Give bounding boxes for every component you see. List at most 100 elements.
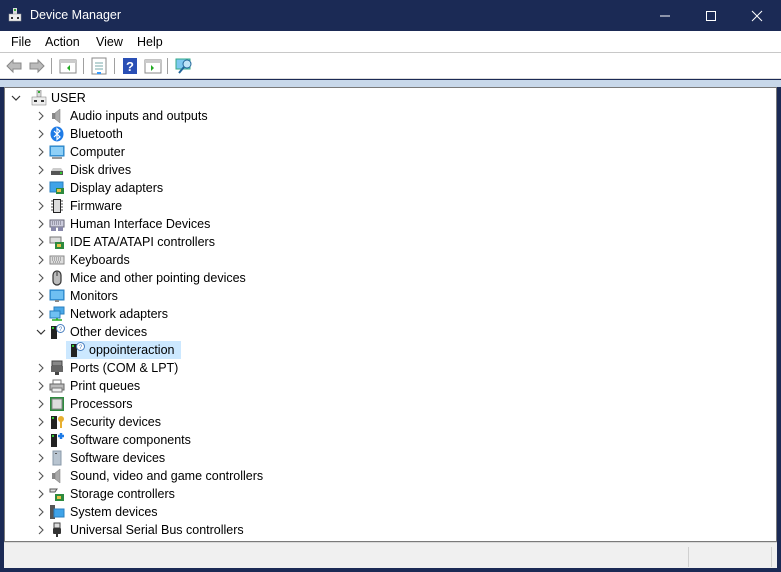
chevron-right-icon[interactable] (36, 287, 46, 305)
chevron-right-icon[interactable] (36, 377, 46, 395)
chevron-right-icon[interactable] (36, 413, 46, 431)
tree-device-item[interactable]: ? oppointeraction (11, 341, 311, 359)
chevron-right-icon[interactable] (36, 197, 46, 215)
chevron-right-icon[interactable] (36, 251, 46, 269)
software-device-icon (52, 450, 62, 466)
tree-category[interactable]: Processors (11, 395, 311, 413)
menu-bar: File Action View Help (0, 31, 781, 53)
device-manager-window: Device Manager File Action View Help ? U… (0, 0, 781, 572)
tree-category-label: Software devices (70, 451, 166, 465)
keyboard-icon (49, 255, 65, 265)
tree-category-label: Other devices (70, 325, 148, 339)
maximize-button[interactable] (688, 0, 734, 31)
firmware-chip-icon (51, 199, 63, 213)
printer-icon (49, 379, 65, 393)
show-hide-console-tree-icon[interactable] (59, 57, 77, 75)
chevron-right-icon[interactable] (36, 485, 46, 503)
toolbar-separator (167, 58, 168, 74)
tree-category[interactable]: Ports (COM & LPT) (11, 359, 311, 377)
computer-icon (49, 145, 65, 159)
tree-category[interactable]: System devices (11, 503, 311, 521)
chevron-right-icon[interactable] (36, 161, 46, 179)
chevron-down-icon[interactable] (36, 323, 46, 341)
ide-controller-icon (49, 236, 64, 249)
tree-category[interactable]: Network adapters (11, 305, 311, 323)
status-bar (4, 542, 777, 568)
tree-category[interactable]: ? Other devices (11, 323, 311, 341)
tree-category-label: Mice and other pointing devices (70, 271, 246, 285)
chevron-right-icon[interactable] (36, 143, 46, 161)
menu-help[interactable]: Help (137, 35, 163, 49)
tree-category-label: Human Interface Devices (70, 217, 211, 231)
chevron-right-icon[interactable] (36, 179, 46, 197)
toolbar-separator (51, 58, 52, 74)
tree-category[interactable]: Universal Serial Bus controllers (11, 521, 311, 539)
chevron-right-icon[interactable] (36, 503, 46, 521)
tree-category[interactable]: Sound, video and game controllers (11, 467, 311, 485)
chevron-right-icon[interactable] (36, 431, 46, 449)
chevron-right-icon[interactable] (36, 233, 46, 251)
chevron-right-icon[interactable] (36, 107, 46, 125)
software-component-icon (51, 433, 64, 447)
tree-category-label: Universal Serial Bus controllers (70, 523, 244, 537)
status-divider (688, 547, 689, 567)
hid-icon (49, 219, 65, 231)
port-icon (51, 360, 63, 375)
tree-category[interactable]: Audio inputs and outputs (11, 107, 311, 125)
disk-drive-icon (51, 168, 63, 175)
tree-category-label: Network adapters (70, 307, 168, 321)
properties-icon[interactable] (90, 57, 108, 75)
chevron-right-icon[interactable] (36, 125, 46, 143)
tree-category[interactable]: Software components (11, 431, 311, 449)
tree-category-label: Software components (70, 433, 191, 447)
window-title: Device Manager (30, 8, 122, 22)
forward-icon[interactable] (28, 57, 46, 75)
menu-action[interactable]: Action (45, 35, 80, 49)
chevron-down-icon[interactable] (11, 89, 21, 107)
chevron-right-icon[interactable] (36, 449, 46, 467)
tree-category[interactable]: Display adapters (11, 179, 311, 197)
security-device-icon (51, 416, 64, 429)
computer-root-icon (31, 90, 47, 106)
tree-category[interactable]: Human Interface Devices (11, 215, 311, 233)
tree-category-label: IDE ATA/ATAPI controllers (70, 235, 215, 249)
chevron-right-icon[interactable] (36, 305, 46, 323)
chevron-right-icon[interactable] (36, 467, 46, 485)
tree-category[interactable]: Disk drives (11, 161, 311, 179)
tree-category[interactable]: IDE ATA/ATAPI controllers (11, 233, 311, 251)
close-icon (751, 10, 763, 21)
chevron-right-icon[interactable] (36, 521, 46, 539)
chevron-right-icon[interactable] (36, 215, 46, 233)
header-strip (0, 80, 781, 87)
tree-category[interactable]: Security devices (11, 413, 311, 431)
tree-category[interactable]: Computer (11, 143, 311, 161)
tree-root-label: USER (51, 91, 86, 105)
minimize-button[interactable] (642, 0, 688, 31)
tree-category[interactable]: Bluetooth (11, 125, 311, 143)
tree-category[interactable]: Print queues (11, 377, 311, 395)
tree-category-label: Processors (70, 397, 133, 411)
tree-category[interactable]: Keyboards (11, 251, 311, 269)
tree-category[interactable]: Firmware (11, 197, 311, 215)
tree-category-label: Ports (COM & LPT) (70, 361, 179, 375)
menu-file[interactable]: File (11, 35, 31, 49)
chevron-right-icon[interactable] (36, 359, 46, 377)
tree-category[interactable]: Mice and other pointing devices (11, 269, 311, 287)
tree-root-user[interactable]: USER (11, 89, 211, 107)
display-adapter-icon (49, 181, 64, 194)
show-action-pane-icon[interactable] (144, 57, 162, 75)
back-icon[interactable] (5, 57, 23, 75)
speaker-icon (52, 108, 61, 124)
tree-category[interactable]: Monitors (11, 287, 311, 305)
help-icon[interactable]: ? (121, 57, 139, 75)
scan-hardware-icon[interactable] (175, 57, 193, 75)
tree-category[interactable]: Storage controllers (11, 485, 311, 503)
close-button[interactable] (734, 0, 780, 31)
chevron-right-icon[interactable] (36, 269, 46, 287)
chevron-right-icon[interactable] (36, 395, 46, 413)
svg-text:?: ? (126, 59, 134, 74)
tree-category-label: Keyboards (70, 253, 130, 267)
device-tree[interactable]: USER Audio inputs and outputs Bluetooth Co… (4, 87, 777, 542)
menu-view[interactable]: View (96, 35, 123, 49)
tree-category[interactable]: Software devices (11, 449, 311, 467)
